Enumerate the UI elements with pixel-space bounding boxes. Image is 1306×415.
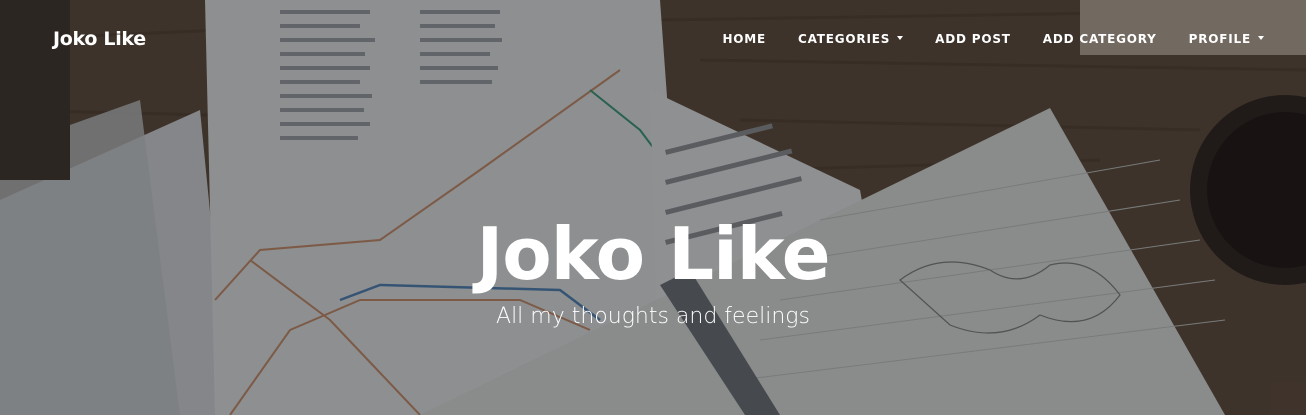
nav-item-home[interactable]: HOME: [722, 32, 766, 46]
nav-item-label: CATEGORIES: [798, 32, 891, 46]
nav-item-categories[interactable]: CATEGORIES: [798, 32, 904, 46]
top-navbar: Joko Like HOME CATEGORIES ADD POST ADD C…: [0, 0, 1306, 82]
nav-item-profile[interactable]: PROFILE: [1189, 32, 1264, 46]
site-heading: Joko Like All my thoughts and feelings: [0, 206, 1306, 332]
page-subtitle: All my thoughts and feelings: [496, 304, 810, 329]
nav-item-label: ADD POST: [935, 32, 1011, 46]
navbar-brand[interactable]: Joko Like: [53, 28, 146, 50]
nav-item-label: PROFILE: [1188, 32, 1251, 46]
caret-down-icon: [1258, 36, 1264, 40]
caret-down-icon: [897, 36, 904, 40]
nav-item-label: HOME: [722, 32, 767, 46]
nav-item-label: ADD CATEGORY: [1042, 32, 1157, 46]
nav-item-add-category[interactable]: ADD CATEGORY: [1043, 32, 1157, 46]
hero-section: Joko Like HOME CATEGORIES ADD POST ADD C…: [0, 0, 1306, 415]
nav-item-add-post[interactable]: ADD POST: [935, 32, 1011, 46]
nav-menu: HOME CATEGORIES ADD POST ADD CATEGORY PR…: [690, 32, 1264, 46]
page-title: Joko Like: [476, 212, 830, 296]
